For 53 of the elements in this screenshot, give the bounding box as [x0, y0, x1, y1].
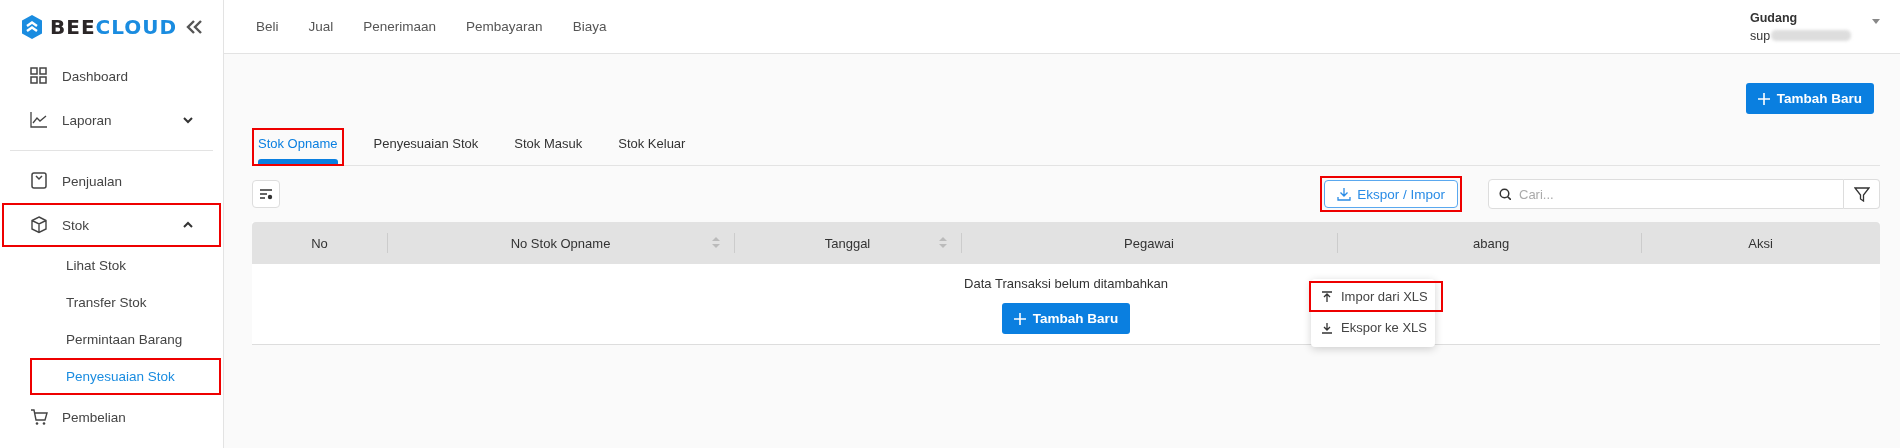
column-header: abang	[1472, 235, 1510, 251]
caret-down-icon[interactable]	[1872, 18, 1880, 24]
list-settings-icon	[259, 188, 273, 200]
filter-button[interactable]	[1844, 179, 1880, 209]
user-name: sup	[1750, 28, 1771, 43]
menu-item[interactable]: Ekspor ke XLS	[1311, 314, 1441, 341]
search-field[interactable]: Cari...	[1488, 179, 1844, 209]
download-icon	[1321, 321, 1333, 334]
column-settings-button[interactable]	[252, 180, 280, 208]
hexagon-logo-icon	[20, 14, 44, 40]
sidebar-subitem[interactable]: Permintaan Barang	[30, 321, 221, 358]
plus-icon	[1013, 312, 1026, 325]
tab[interactable]: Penyesuaian Stok	[369, 130, 483, 164]
brand-name: BEECLOUD	[50, 15, 178, 39]
menu-item[interactable]: Impor dari XLS	[1311, 283, 1441, 310]
cart-icon	[30, 408, 48, 426]
nav-link[interactable]: Beli	[252, 15, 283, 38]
sidebar-subitem[interactable]: Penyesuaian Stok	[30, 358, 221, 395]
add-button[interactable]: Tambah Baru	[1745, 83, 1874, 114]
nav-link[interactable]: Pembayaran	[462, 15, 547, 38]
column-header: Aksi	[1748, 235, 1773, 251]
sidebar-subitem[interactable]: Lihat Stok	[30, 247, 221, 284]
double-chevron-left-icon[interactable]	[186, 19, 203, 35]
column-header: Tanggal	[824, 235, 871, 251]
column-header: No	[311, 235, 328, 251]
sidebar-item[interactable]: Laporan	[2, 98, 221, 142]
nav-link[interactable]: Jual	[304, 15, 338, 38]
nav-link[interactable]: Penerimaan	[359, 15, 441, 38]
tab[interactable]: Stok Keluar	[614, 130, 690, 164]
download-icon	[1337, 187, 1352, 201]
upload-icon	[1321, 290, 1333, 303]
grid-icon	[30, 67, 48, 85]
box-icon	[30, 216, 48, 234]
tab[interactable]: Stok Masuk	[510, 130, 587, 164]
line-chart-icon	[30, 111, 48, 129]
sidebar-item[interactable]: Pembelian	[2, 395, 221, 439]
tab[interactable]: Stok Opname	[254, 130, 342, 164]
user-title: Gudang	[1750, 10, 1799, 25]
empty-message: Data Transaksi belum ditambahkan	[964, 276, 1168, 291]
sidebar-item[interactable]: Stok	[2, 203, 221, 247]
export-import-button[interactable]: Ekspor / Impor	[1324, 180, 1458, 208]
search-icon	[1499, 188, 1511, 200]
plus-icon	[1757, 92, 1770, 105]
sidebar-subitem[interactable]: Transfer Stok	[30, 284, 221, 321]
nav-link[interactable]: Biaya	[568, 15, 611, 38]
add-button[interactable]: Tambah Baru	[1001, 303, 1131, 334]
column-header: No Stok Opname	[510, 235, 611, 251]
filter-icon	[1853, 186, 1870, 202]
column-header: Pegawai	[1124, 235, 1174, 251]
sidebar-item[interactable]: Penjualan	[2, 159, 221, 203]
sidebar-item[interactable]: Dashboard	[2, 54, 221, 98]
receipt-icon	[30, 172, 48, 190]
search-field[interactable]: Cari...	[1517, 185, 1843, 203]
